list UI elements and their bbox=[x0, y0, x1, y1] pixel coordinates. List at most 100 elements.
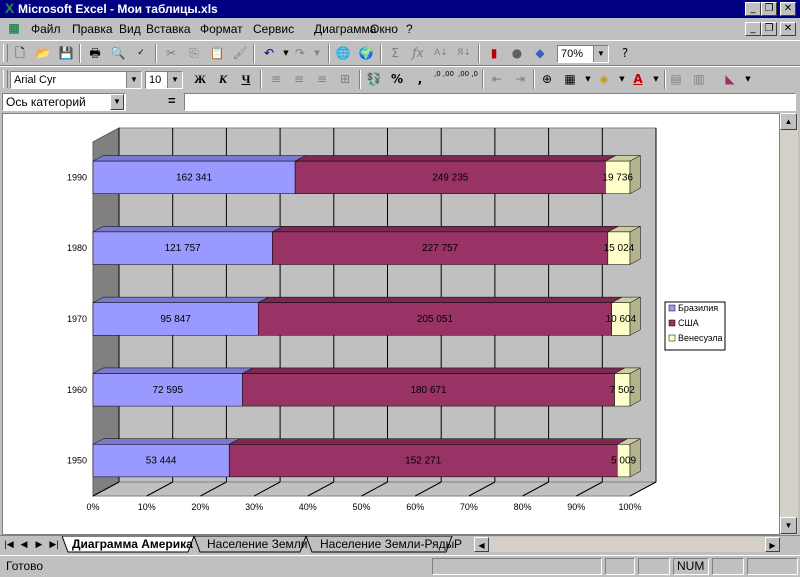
map-icon[interactable]: ● bbox=[507, 44, 527, 63]
chart-wizard-icon[interactable]: ▮ bbox=[484, 44, 504, 63]
tab-world-population[interactable]: Население Земли bbox=[197, 536, 318, 552]
increase-decimal-button[interactable]: ,0 ,00 bbox=[433, 70, 455, 89]
status-panel-1 bbox=[432, 558, 602, 575]
sheet-tab-bar: |◀ ◀ ▶ ▶| Диаграмма Америка Население Зе… bbox=[0, 535, 800, 554]
chart-type-dropdown-icon[interactable]: ▼ bbox=[738, 70, 758, 89]
grid-icon[interactable]: ▤ bbox=[666, 70, 686, 89]
formula-input[interactable] bbox=[184, 93, 796, 111]
first-sheet-icon[interactable]: |◀ bbox=[2, 537, 16, 551]
menu-insert[interactable]: Вставка bbox=[146, 22, 191, 36]
next-sheet-icon[interactable]: ▶ bbox=[32, 537, 46, 551]
tab-chart-america[interactable]: Диаграмма Америка bbox=[62, 536, 203, 552]
chart-format-icon[interactable]: ⊕ bbox=[537, 70, 557, 89]
scroll-up-icon[interactable]: ▲ bbox=[780, 113, 797, 130]
prev-sheet-icon[interactable]: ◀ bbox=[17, 537, 31, 551]
save-icon[interactable]: 💾 bbox=[56, 44, 76, 63]
zoom-dropdown-icon[interactable]: ▼ bbox=[593, 46, 608, 62]
cut-icon[interactable]: ✂ bbox=[161, 44, 181, 63]
toolbar-grip[interactable] bbox=[3, 44, 8, 62]
name-box[interactable]: Ось категорий bbox=[2, 93, 126, 111]
redo-dropdown-icon[interactable]: ▼ bbox=[307, 44, 327, 63]
table-icon[interactable]: ▥ bbox=[689, 70, 709, 89]
autosum-icon[interactable]: Σ bbox=[385, 44, 405, 63]
menu-help[interactable]: ? bbox=[406, 22, 413, 36]
legend-swatch bbox=[668, 319, 676, 327]
excel-icon[interactable]: X bbox=[2, 1, 17, 16]
drawing-icon[interactable]: ◆ bbox=[530, 44, 550, 63]
last-sheet-icon[interactable]: ▶| bbox=[47, 537, 61, 551]
sort-descending-icon[interactable]: Я↓ bbox=[454, 44, 474, 63]
vertical-scrollbar[interactable]: ▲ ▼ bbox=[780, 113, 798, 535]
workbook-icon[interactable]: ▦ bbox=[6, 20, 22, 36]
align-center-icon[interactable]: ≡ bbox=[289, 70, 309, 89]
restore-button[interactable]: ❐ bbox=[761, 2, 777, 16]
fill-color-icon[interactable]: ◈ bbox=[594, 70, 614, 89]
data-label: 180 671 bbox=[410, 385, 447, 396]
currency-icon[interactable]: 💱 bbox=[364, 70, 384, 89]
menu-bar: ▦ Файл Правка Вид Вставка Формат Сервис … bbox=[0, 18, 800, 41]
percent-button[interactable]: % bbox=[387, 70, 407, 89]
sort-ascending-icon[interactable]: A↓ bbox=[431, 44, 451, 63]
chart-type-icon[interactable]: ◣ bbox=[720, 70, 740, 89]
legend-swatch bbox=[668, 334, 676, 342]
menu-format[interactable]: Формат bbox=[200, 22, 243, 36]
format-painter-icon[interactable]: 🖌 bbox=[230, 44, 250, 63]
paste-icon[interactable]: 📋 bbox=[207, 44, 227, 63]
menu-file[interactable]: Файл bbox=[31, 22, 61, 36]
menu-chart[interactable]: Диаграмма bbox=[314, 22, 376, 36]
align-left-icon[interactable]: ≡ bbox=[266, 70, 286, 89]
category-label: 1950 bbox=[67, 456, 87, 466]
chart[interactable]: 0% 10% 20% 30% 40% 50% 60% 70% 80% 90% 100% 53 444 1… bbox=[3, 114, 779, 534]
close-button[interactable]: ✕ bbox=[780, 2, 796, 16]
menu-tools[interactable]: Сервис bbox=[253, 22, 294, 36]
hyperlink-icon[interactable]: 🌐 bbox=[333, 44, 353, 63]
open-icon[interactable]: 📂 bbox=[33, 44, 53, 63]
doc-minimize-button[interactable]: _ bbox=[745, 22, 761, 36]
web-toolbar-icon[interactable]: 🌍 bbox=[356, 44, 376, 63]
tab-more[interactable]: Р bbox=[452, 536, 464, 552]
doc-restore-button[interactable]: ❐ bbox=[761, 22, 777, 36]
zoom-value: 70% bbox=[561, 48, 584, 60]
chart-sheet[interactable]: 0% 10% 20% 30% 40% 50% 60% 70% 80% 90% 100% 53 444 1… bbox=[2, 113, 780, 535]
scroll-down-icon[interactable]: ▼ bbox=[780, 517, 797, 534]
spelling-icon[interactable]: ✓ bbox=[131, 44, 151, 63]
doc-close-button[interactable]: ✕ bbox=[780, 22, 796, 36]
office-assistant-icon[interactable]: ? bbox=[615, 44, 635, 63]
decrease-decimal-button[interactable]: ,00 ,0 bbox=[457, 70, 479, 89]
zoom-combo[interactable]: 70% ▼ bbox=[557, 45, 609, 63]
decrease-indent-icon[interactable]: ⇤ bbox=[487, 70, 507, 89]
increase-indent-icon[interactable]: ⇥ bbox=[510, 70, 530, 89]
tab-world-population-series[interactable]: Население Земли-Ряды bbox=[310, 536, 464, 552]
font-color-dropdown-icon[interactable]: ▼ bbox=[646, 70, 666, 89]
borders-icon[interactable]: ▦ bbox=[560, 70, 580, 89]
menu-window[interactable]: Окно bbox=[370, 22, 398, 36]
print-preview-icon[interactable]: 🔍 bbox=[108, 44, 128, 63]
font-dropdown-icon[interactable]: ▼ bbox=[126, 72, 141, 88]
function-icon[interactable]: ƒx bbox=[408, 44, 428, 63]
underline-button[interactable]: Ч bbox=[236, 70, 256, 89]
font-size-combo[interactable]: 10 ▼ bbox=[145, 71, 183, 89]
menu-edit[interactable]: Правка bbox=[72, 22, 113, 36]
print-icon[interactable]: 🖶 bbox=[85, 44, 105, 63]
bold-button[interactable]: Ж bbox=[190, 70, 210, 89]
category-label: 1990 bbox=[67, 172, 87, 182]
copy-icon[interactable]: ⎘ bbox=[184, 44, 204, 63]
font-combo[interactable]: Arial Cyr ▼ bbox=[10, 71, 142, 89]
scroll-left-icon[interactable]: ◀ bbox=[474, 537, 489, 552]
horizontal-scrollbar[interactable]: ◀ ▶ bbox=[474, 537, 780, 552]
minimize-button[interactable]: _ bbox=[745, 2, 761, 16]
status-panel-5 bbox=[747, 558, 798, 575]
merge-center-icon[interactable]: ⊞ bbox=[335, 70, 355, 89]
new-icon[interactable]: 🗋 bbox=[10, 44, 30, 63]
font-size-dropdown-icon[interactable]: ▼ bbox=[167, 72, 182, 88]
font-color-icon[interactable]: A bbox=[628, 70, 648, 89]
comma-style-button[interactable]: , bbox=[410, 70, 430, 89]
toolbar-grip[interactable] bbox=[3, 70, 8, 88]
bar-top bbox=[92, 438, 240, 445]
align-right-icon[interactable]: ≡ bbox=[312, 70, 332, 89]
x-tick-label: 40% bbox=[299, 502, 317, 512]
menu-view[interactable]: Вид bbox=[119, 22, 141, 36]
scroll-right-icon[interactable]: ▶ bbox=[765, 537, 780, 552]
name-box-dropdown-icon[interactable]: ▼ bbox=[110, 94, 124, 110]
italic-button[interactable]: К bbox=[213, 70, 233, 89]
